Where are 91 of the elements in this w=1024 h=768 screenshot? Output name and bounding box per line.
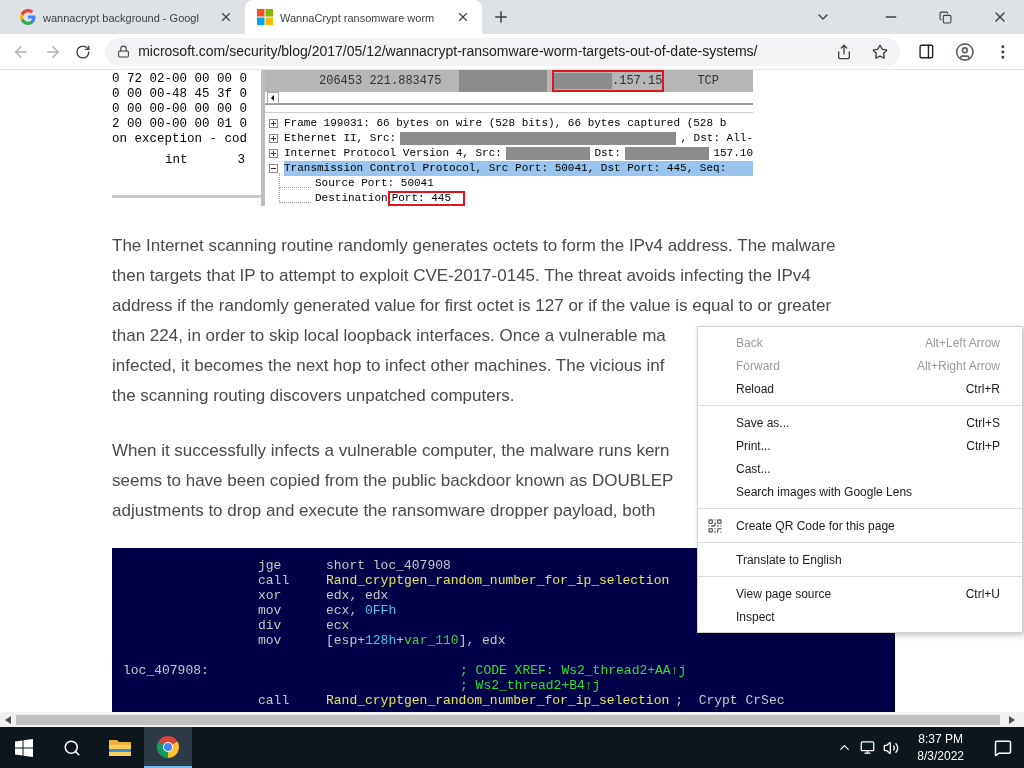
tree-text: Internet Protocol Version 4, Src: xyxy=(284,146,502,162)
clock[interactable]: 8:37 PM 8/3/2022 xyxy=(907,730,974,765)
highlighted-destination: .157.15 xyxy=(552,70,665,92)
code-mnemonic: mov xyxy=(258,633,282,648)
code-mnemonic: div xyxy=(258,618,282,633)
hex-dump-line: 0 00 00-48 45 3f 0 xyxy=(112,87,249,102)
article-text-line: the scanning routing discovers unpatched computers. xyxy=(112,385,515,407)
profile-icon[interactable] xyxy=(954,41,975,62)
code-operand: [esp+128h+var_110], edx xyxy=(326,633,506,648)
code-mnemonic: xor xyxy=(258,588,282,603)
chrome-logo-icon xyxy=(156,734,180,759)
code-comment: ; Crypt CrSec xyxy=(675,693,785,708)
folder-icon xyxy=(108,737,132,758)
tree-text: , Dst: All- xyxy=(680,131,753,147)
article-text-line: seems to have been copied from the public backdoor known as DOUBLEP xyxy=(112,470,674,492)
menu-item[interactable]: View page source Ctrl+U xyxy=(698,582,1022,605)
article-text-line: infected, it becomes the next hop to infect other machines. The vicious inf xyxy=(112,355,665,377)
address-bar[interactable]: microsoft.com/security/blog/2017/05/12/wannacrypt-ransomware-worm-targets-out-of-date-systems/ xyxy=(105,37,900,66)
article-text-line: then targets that IP to attempt to exploit CVE-2017-0145. The threat avoids infecting the IPv4 xyxy=(112,265,811,287)
code-operand: edx, edx xyxy=(326,588,389,603)
code-mnemonic: call xyxy=(258,693,290,708)
tab-title: WannaCrypt ransomware worm xyxy=(280,12,435,24)
menu-item[interactable]: Inspect xyxy=(698,605,1022,628)
bookmark-star-icon[interactable] xyxy=(871,43,888,60)
code-label: loc_407908: xyxy=(123,663,209,678)
tree-text: 157.10 xyxy=(713,146,753,162)
hex-dump-line: int xyxy=(164,153,188,168)
hex-dump-line: 0 00 00-00 00 00 0 xyxy=(112,102,249,117)
menu-item[interactable]: Translate to English xyxy=(698,548,1022,571)
menu-item[interactable]: Reload Ctrl+R xyxy=(698,377,1022,400)
notifications-icon[interactable] xyxy=(994,738,1012,757)
scroll-left-arrow-icon[interactable] xyxy=(5,715,11,724)
scroll-right-arrow-icon[interactable] xyxy=(1009,715,1015,724)
expand-toggle[interactable] xyxy=(269,119,278,128)
article-text-line: address if the randomly generated value for first octet is 127 or if the value is equal to or greater xyxy=(112,295,832,317)
menu-item[interactable]: Create QR Code for this page xyxy=(698,514,1022,537)
reload-icon[interactable] xyxy=(75,43,92,60)
volume-icon[interactable] xyxy=(883,739,900,756)
qr-code-icon xyxy=(707,517,723,534)
code-operand: ecx xyxy=(326,618,350,633)
tree-text: Dst: xyxy=(594,146,621,162)
code-comment: ; CODE XREF: Ws2_thread2+AA↑j xyxy=(460,663,687,678)
share-icon[interactable] xyxy=(835,43,852,60)
expand-toggle[interactable] xyxy=(269,149,278,158)
tree-row[interactable]: Internet Protocol Version 4, Src: Dst: 157.10 xyxy=(284,146,753,161)
scrollbar-thumb[interactable] xyxy=(16,714,1000,725)
hex-dump-line: 0 72 02-00 00 00 0 xyxy=(112,72,249,87)
code-mnemonic: call xyxy=(258,573,290,588)
article-text-line: than 224, in order to skip local loopback interfaces. Once a vulnerable ma xyxy=(112,325,666,347)
collapse-toggle[interactable] xyxy=(269,164,278,173)
google-logo-icon xyxy=(20,9,36,25)
four-squares-logo-icon xyxy=(257,9,273,25)
article-text-line: The Internet scanning routine randomly generates octets to form the IPv4 address. The malware xyxy=(112,235,836,257)
taskbar-button[interactable] xyxy=(144,727,192,768)
network-icon[interactable] xyxy=(860,740,876,755)
code-operand: Rand_cryptgen_random_number_for_ip_selection xyxy=(326,573,670,588)
code-operand: ecx, 0FFh xyxy=(326,603,397,618)
windows-logo-icon xyxy=(15,738,33,757)
tree-text: Ethernet II, Src: xyxy=(284,131,397,147)
expand-toggle[interactable] xyxy=(269,134,278,143)
menu-item[interactable]: Print... Ctrl+P xyxy=(698,434,1022,457)
search-icon xyxy=(63,738,81,757)
side-panel-icon[interactable] xyxy=(917,43,935,60)
tree-text: Destination xyxy=(315,191,388,206)
packet-number-time: 206453 221.883475 xyxy=(319,73,442,90)
code-mnemonic: mov xyxy=(258,603,282,618)
article-text-line: adjustments to drop and execute the ransomware dropper payload, both xyxy=(112,500,656,522)
menu-item[interactable]: Cast... xyxy=(698,457,1022,480)
hex-dump-line: on exception - cod xyxy=(112,132,249,147)
lock-icon xyxy=(117,45,131,58)
protocol-text: TCP xyxy=(697,73,720,90)
article-text-line: When it successfully infects a vulnerable computer, the malware runs kern xyxy=(112,440,670,462)
restore-icon[interactable] xyxy=(939,10,952,24)
hex-dump-line: 3 xyxy=(237,153,245,168)
close-tab-icon[interactable] xyxy=(456,10,470,24)
code-comment: ; Ws2_thread2+B4↑j xyxy=(460,678,601,693)
code-operand: short loc_407908 xyxy=(326,558,451,573)
browser-tab[interactable]: WannaCrypt ransomware worm xyxy=(245,0,482,34)
code-operand: Rand_cryptgen_random_number_for_ip_selection xyxy=(326,693,670,708)
tab-title: wannacrypt background - Googl xyxy=(43,12,199,24)
menu-item[interactable]: Save as... Ctrl+S xyxy=(698,411,1022,434)
close-tab-icon[interactable] xyxy=(219,10,233,24)
highlighted-text: Port: 445 xyxy=(387,191,466,206)
packet-list-row[interactable]: 206453 221.883475 .157.15 TCP xyxy=(265,70,753,92)
new-tab-icon[interactable] xyxy=(492,8,510,26)
menu-item[interactable]: Search images with Google Lens xyxy=(698,480,1022,503)
tree-row[interactable]: Ethernet II, Src: , Dst: All- xyxy=(284,131,753,146)
url-text: microsoft.com/security/blog/2017/05/12/wannacrypt-ransomware-worm-targets-out-of-date-systems/ xyxy=(138,42,759,61)
code-mnemonic: jge xyxy=(258,558,282,573)
hex-dump-line: 2 00 00-00 00 01 0 xyxy=(112,117,249,132)
tree-text: Source Port: 50041 xyxy=(315,176,434,192)
